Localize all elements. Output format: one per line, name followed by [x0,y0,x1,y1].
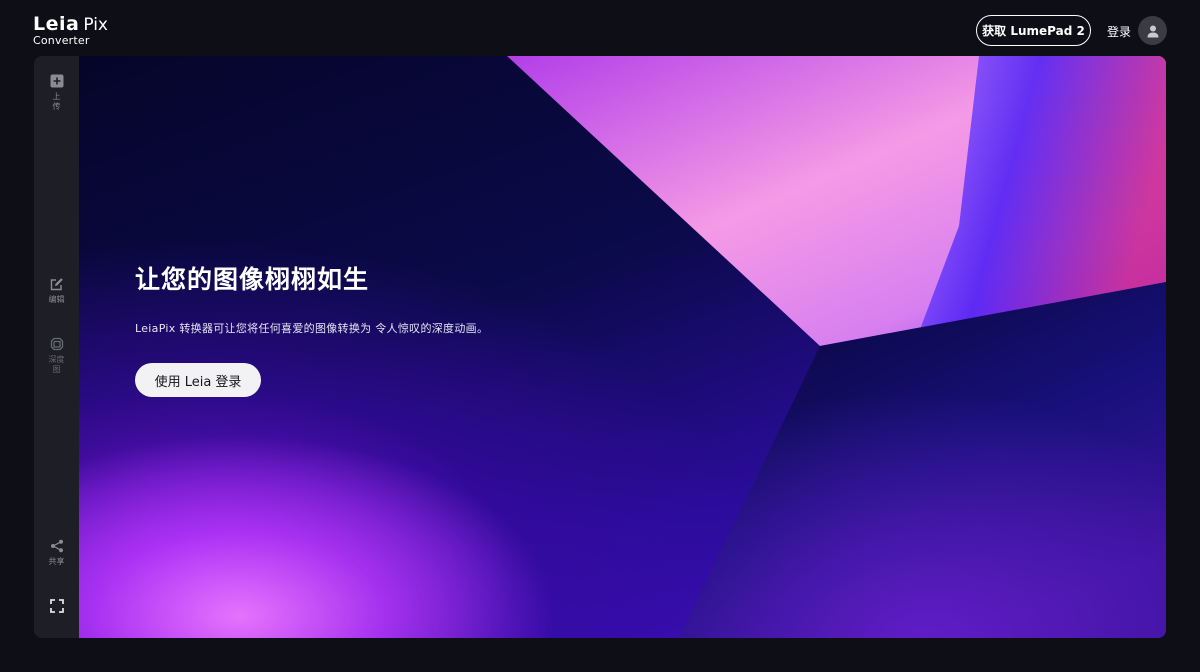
edit-icon [50,278,63,291]
user-icon [1147,25,1158,37]
sidebar-item-label: 共享 [48,557,65,566]
sidebar-item-share[interactable]: 共享 [34,539,79,567]
avatar[interactable] [1138,16,1167,45]
sidebar-item-edit[interactable]: 编辑 [34,277,79,305]
hero-description: LeiaPix 转换器可让您将任何喜爱的图像转换为 令人惊叹的深度动画。 [135,322,489,335]
login-link[interactable]: 登录 [1107,23,1131,40]
sidebar-item-label: 上传 [52,92,61,111]
leiapix-logo[interactable]: Leia Pix Converter [33,14,108,47]
sidebar-item-fullscreen[interactable] [34,599,79,613]
upload-plus-icon [50,74,63,88]
logo-subtitle: Converter [33,34,90,47]
logo-pix-text: Pix [83,15,108,35]
hero-banner: 让您的图像栩栩如生 LeiaPix 转换器可让您将任何喜爱的图像转换为 令人惊叹… [79,56,1166,638]
top-bar: Leia Pix Converter 获取 LumePad 2 登录 [0,0,1200,56]
logo-leia-text: Leia [33,13,80,35]
fullscreen-icon [49,599,64,613]
sidebar-item-label: 深度图 [48,355,65,374]
share-icon [50,539,63,553]
sidebar-item-depth-map[interactable]: 深度图 [34,337,79,375]
get-lumepad-button[interactable]: 获取 LumePad 2 [976,15,1091,46]
sidebar-item-label: 编辑 [48,295,65,304]
leia-login-button[interactable]: 使用 Leia 登录 [135,363,261,397]
sidebar-item-upload[interactable]: 上传 [34,74,79,112]
hero-title: 让您的图像栩栩如生 [135,265,370,294]
hero-background-art [507,56,1166,638]
depth-map-icon [50,337,63,351]
sidebar: 上传 编辑 深度图 共享 [34,56,79,638]
